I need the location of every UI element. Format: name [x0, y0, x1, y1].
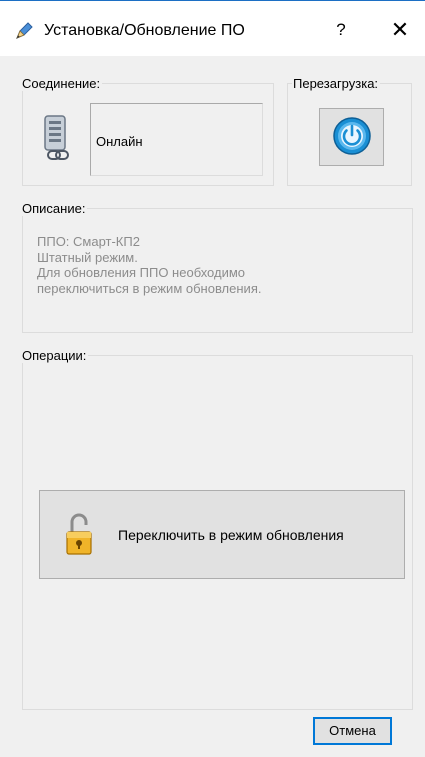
power-icon — [333, 117, 371, 155]
padlock-open-icon — [66, 513, 92, 555]
dialog-window: Установка/Обновление ПО ? ✕ Соединение: … — [0, 0, 425, 757]
description-line: Штатный режим. — [37, 249, 138, 265]
close-button[interactable]: ✕ — [382, 13, 418, 47]
connection-label: Соединение: — [21, 76, 103, 91]
pen-icon — [16, 22, 33, 39]
connection-status: Онлайн — [96, 134, 143, 149]
title-bar: Установка/Обновление ПО ? ✕ — [0, 1, 425, 56]
description-text: ППО: Смарт-КП2 Штатный режим. Для обновл… — [37, 234, 261, 296]
description-line: переключиться в режим обновления. — [37, 280, 262, 296]
server-link-icon — [44, 115, 69, 160]
cancel-button[interactable]: Отмена — [313, 717, 392, 745]
description-line: ППО: Смарт-КП2 — [37, 234, 140, 249]
help-button[interactable]: ? — [326, 13, 356, 47]
description-line: Для обновления ППО необходимо — [37, 265, 246, 280]
switch-button-label: Переключить в режим обновления — [118, 527, 344, 543]
description-label: Описание: — [21, 201, 88, 216]
reboot-label: Перезагрузка: — [292, 76, 381, 91]
window-title: Установка/Обновление ПО — [44, 22, 245, 39]
operations-label: Операции: — [21, 348, 89, 363]
